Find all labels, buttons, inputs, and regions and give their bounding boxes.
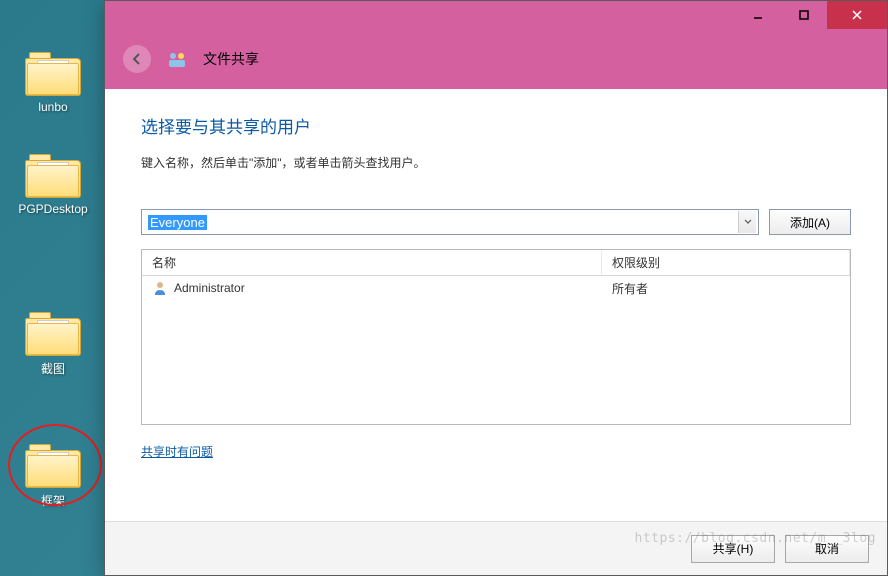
back-button[interactable] xyxy=(123,45,151,73)
help-link[interactable]: 共享时有问题 xyxy=(141,443,213,460)
user-icon xyxy=(152,280,168,296)
back-arrow-icon xyxy=(130,52,144,66)
dialog-content: 选择要与其共享的用户 键入名称，然后单击"添加"，或者单击箭头查找用户。 Eve… xyxy=(105,89,887,575)
desktop-icon-label: 截图 xyxy=(14,360,92,377)
folder-icon xyxy=(25,52,81,96)
table-header: 名称 权限级别 xyxy=(142,250,850,276)
minimize-button[interactable] xyxy=(735,1,781,29)
desktop-icon-lunbo[interactable]: lunbo xyxy=(14,52,92,114)
watermark-text: https://blog.csdn.net/m__3log xyxy=(635,531,876,546)
desktop-icon-label: lunbo xyxy=(14,100,92,114)
user-input-row: Everyone 添加(A) xyxy=(141,209,851,235)
folder-icon xyxy=(25,444,81,488)
desktop-icon-label: 框架 xyxy=(14,492,92,509)
column-header-name[interactable]: 名称 xyxy=(142,250,602,275)
desktop-icon-screenshot[interactable]: 截图 xyxy=(14,312,92,377)
close-button[interactable] xyxy=(827,1,887,29)
content-heading: 选择要与其共享的用户 xyxy=(141,113,851,138)
add-button[interactable]: 添加(A) xyxy=(769,209,851,235)
titlebar xyxy=(105,1,887,29)
maximize-icon xyxy=(798,9,810,21)
dialog-title: 文件共享 xyxy=(203,49,259,69)
folder-icon xyxy=(25,154,81,198)
close-icon xyxy=(851,9,863,21)
table-row[interactable]: Administrator 所有者 xyxy=(142,276,850,300)
chevron-down-icon xyxy=(744,219,752,225)
instruction-text: 键入名称，然后单击"添加"，或者单击箭头查找用户。 xyxy=(141,154,851,171)
cell-permission: 所有者 xyxy=(602,278,850,299)
desktop-icon-pgpdesktop[interactable]: PGPDesktop xyxy=(14,154,92,216)
user-combobox[interactable]: Everyone xyxy=(141,209,759,235)
desktop-icon-label: PGPDesktop xyxy=(14,202,92,216)
maximize-button[interactable] xyxy=(781,1,827,29)
folder-icon xyxy=(25,312,81,356)
combobox-value: Everyone xyxy=(148,215,207,230)
permissions-table: 名称 权限级别 Administrator 所有者 xyxy=(141,249,851,425)
dialog-header: 文件共享 xyxy=(105,29,887,89)
share-icon xyxy=(167,49,187,69)
combobox-dropdown-button[interactable] xyxy=(738,211,756,233)
desktop-icon-framework[interactable]: 框架 xyxy=(14,444,92,509)
column-header-permission[interactable]: 权限级别 xyxy=(602,250,850,275)
file-sharing-dialog: 文件共享 选择要与其共享的用户 键入名称，然后单击"添加"，或者单击箭头查找用户… xyxy=(104,0,888,576)
dialog-footer: 共享(H) 取消 xyxy=(105,521,887,575)
minimize-icon xyxy=(752,9,764,21)
cell-name: Administrator xyxy=(142,278,602,298)
cell-name-text: Administrator xyxy=(174,281,245,295)
